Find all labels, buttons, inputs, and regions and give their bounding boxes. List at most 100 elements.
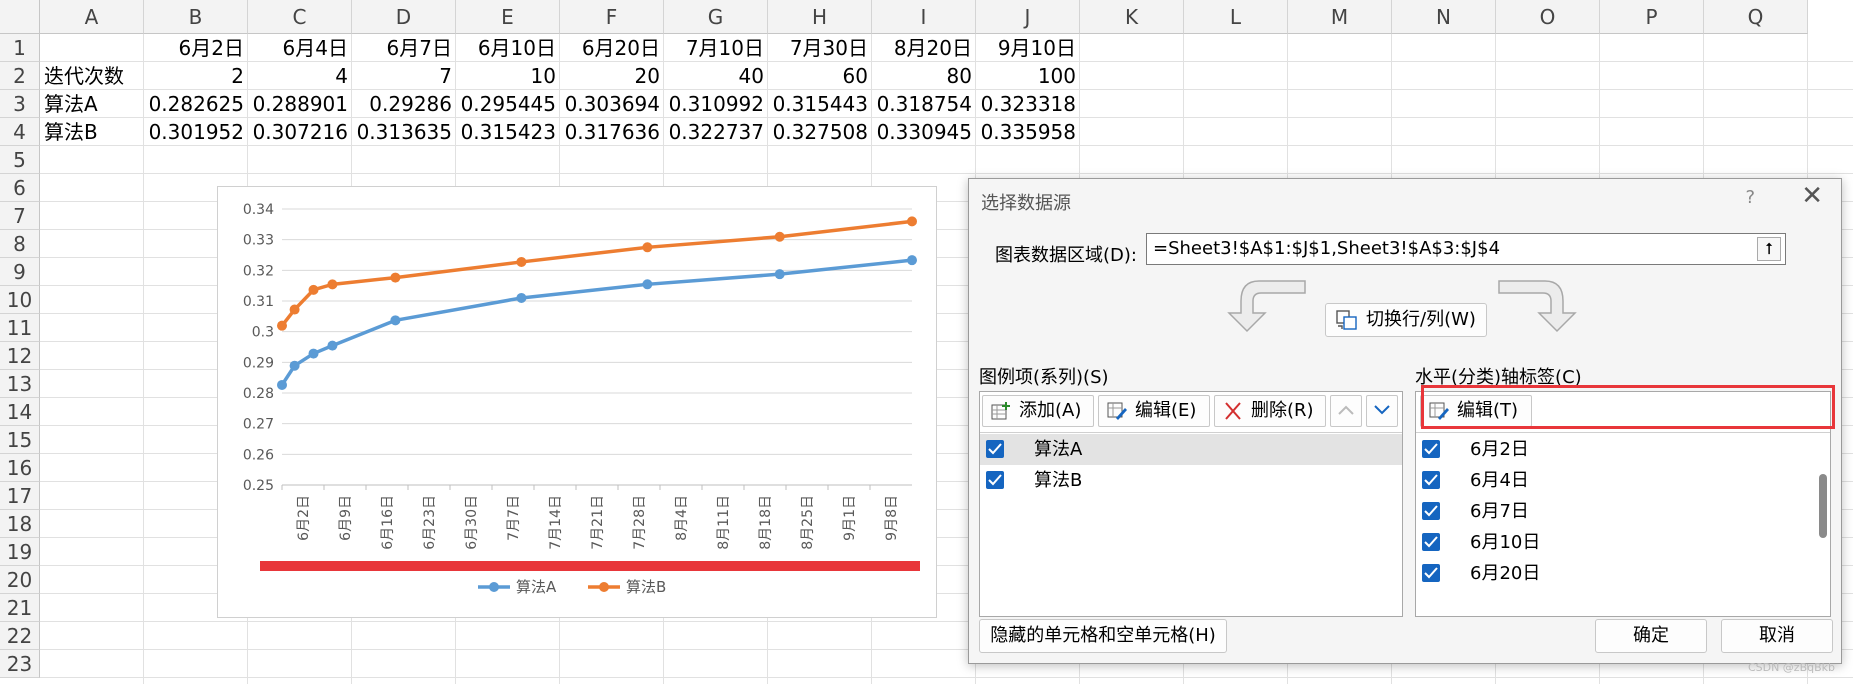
column-header[interactable]: G bbox=[664, 0, 768, 34]
cell[interactable]: 0.282625 bbox=[144, 90, 248, 118]
checkbox-checked-icon[interactable] bbox=[986, 440, 1004, 458]
cell[interactable]: 算法B bbox=[40, 118, 144, 146]
row-header[interactable]: 17 bbox=[0, 482, 40, 510]
cell[interactable]: 0.318754 bbox=[872, 90, 976, 118]
collapse-range-icon[interactable]: ⭡ bbox=[1757, 237, 1781, 261]
column-header[interactable]: K bbox=[1080, 0, 1184, 34]
axis-label-item[interactable]: 6月7日 bbox=[1416, 496, 1830, 527]
cell[interactable]: 0.303694 bbox=[560, 90, 664, 118]
cell[interactable]: 6月2日 bbox=[144, 34, 248, 62]
cell[interactable] bbox=[40, 34, 144, 62]
cell[interactable]: 0.322737 bbox=[664, 118, 768, 146]
cell[interactable]: 0.327508 bbox=[768, 118, 872, 146]
edit-series-button[interactable]: 编辑(E) bbox=[1098, 395, 1210, 427]
scrollbar-thumb[interactable] bbox=[1819, 474, 1827, 538]
delete-series-button[interactable]: 删除(R) bbox=[1214, 395, 1326, 427]
cell[interactable]: 0.295445 bbox=[456, 90, 560, 118]
column-header[interactable]: H bbox=[768, 0, 872, 34]
row-header[interactable]: 8 bbox=[0, 230, 40, 258]
row-header[interactable]: 4 bbox=[0, 118, 40, 146]
chart-range-input[interactable]: =Sheet3!$A$1:$J$1,Sheet3!$A$3:$J$4 ⭡ bbox=[1146, 233, 1786, 265]
move-down-button[interactable] bbox=[1366, 395, 1398, 427]
row-header[interactable]: 22 bbox=[0, 622, 40, 650]
cell[interactable]: 算法A bbox=[40, 90, 144, 118]
column-header[interactable]: M bbox=[1288, 0, 1392, 34]
row-header[interactable]: 1 bbox=[0, 34, 40, 62]
cell[interactable]: 9月10日 bbox=[976, 34, 1080, 62]
cell[interactable]: 0.313635 bbox=[352, 118, 456, 146]
row-header[interactable]: 21 bbox=[0, 594, 40, 622]
axis-labels-scrollbar[interactable] bbox=[1816, 434, 1828, 614]
ok-button[interactable]: 确定 bbox=[1595, 619, 1707, 653]
cell[interactable]: 7 bbox=[352, 62, 456, 90]
checkbox-checked-icon[interactable] bbox=[986, 471, 1004, 489]
cell[interactable]: 0.310992 bbox=[664, 90, 768, 118]
column-header[interactable]: E bbox=[456, 0, 560, 34]
line-chart[interactable]: 0.34 0.33 0.32 0.31 0.3 0.29 0.28 0.27 0.26 0.25 6… bbox=[217, 186, 937, 618]
cancel-button[interactable]: 取消 bbox=[1721, 619, 1833, 653]
column-header[interactable]: P bbox=[1600, 0, 1704, 34]
cell[interactable]: 0.307216 bbox=[248, 118, 352, 146]
cell[interactable]: 0.317636 bbox=[560, 118, 664, 146]
select-all-corner[interactable] bbox=[0, 0, 40, 34]
checkbox-checked-icon[interactable] bbox=[1422, 533, 1440, 551]
row-header[interactable]: 14 bbox=[0, 398, 40, 426]
close-icon[interactable]: ✕ bbox=[1801, 181, 1823, 211]
column-header[interactable]: I bbox=[872, 0, 976, 34]
column-header[interactable]: O bbox=[1496, 0, 1600, 34]
move-up-button[interactable] bbox=[1330, 395, 1362, 427]
row-header[interactable]: 3 bbox=[0, 90, 40, 118]
row-header[interactable]: 10 bbox=[0, 286, 40, 314]
checkbox-checked-icon[interactable] bbox=[1422, 440, 1440, 458]
checkbox-checked-icon[interactable] bbox=[1422, 564, 1440, 582]
help-icon[interactable]: ? bbox=[1745, 187, 1755, 208]
column-header[interactable]: Q bbox=[1704, 0, 1808, 34]
series-item[interactable]: 算法A bbox=[980, 434, 1402, 465]
cell[interactable]: 7月10日 bbox=[664, 34, 768, 62]
cell[interactable]: 0.301952 bbox=[144, 118, 248, 146]
cell[interactable]: 0.29286 bbox=[352, 90, 456, 118]
row-header[interactable]: 20 bbox=[0, 566, 40, 594]
switch-row-column-button[interactable]: 切换行/列(W) bbox=[1325, 303, 1487, 337]
series-item[interactable]: 算法B bbox=[980, 465, 1402, 496]
checkbox-checked-icon[interactable] bbox=[1422, 471, 1440, 489]
column-header[interactable]: B bbox=[144, 0, 248, 34]
column-header[interactable]: F bbox=[560, 0, 664, 34]
cell[interactable]: 0.335958 bbox=[976, 118, 1080, 146]
cell[interactable]: 8月20日 bbox=[872, 34, 976, 62]
column-header[interactable]: L bbox=[1184, 0, 1288, 34]
row-header[interactable]: 6 bbox=[0, 174, 40, 202]
row-header[interactable]: 23 bbox=[0, 650, 40, 678]
column-header[interactable]: D bbox=[352, 0, 456, 34]
add-series-button[interactable]: 添加(A) bbox=[982, 395, 1094, 427]
cell[interactable]: 6月10日 bbox=[456, 34, 560, 62]
cell[interactable]: 80 bbox=[872, 62, 976, 90]
row-header[interactable]: 7 bbox=[0, 202, 40, 230]
cell[interactable]: 100 bbox=[976, 62, 1080, 90]
column-header[interactable]: A bbox=[40, 0, 144, 34]
cell[interactable]: 20 bbox=[560, 62, 664, 90]
axis-label-item[interactable]: 6月4日 bbox=[1416, 465, 1830, 496]
row-header[interactable]: 15 bbox=[0, 426, 40, 454]
row-header[interactable]: 5 bbox=[0, 146, 40, 174]
cell[interactable]: 0.315443 bbox=[768, 90, 872, 118]
cell[interactable]: 60 bbox=[768, 62, 872, 90]
cell[interactable]: 6月4日 bbox=[248, 34, 352, 62]
row-header[interactable]: 12 bbox=[0, 342, 40, 370]
cell[interactable]: 40 bbox=[664, 62, 768, 90]
row-header[interactable]: 11 bbox=[0, 314, 40, 342]
axis-label-item[interactable]: 6月20日 bbox=[1416, 558, 1830, 589]
cell[interactable]: 2 bbox=[144, 62, 248, 90]
axis-label-item[interactable]: 6月2日 bbox=[1416, 434, 1830, 465]
cell[interactable]: 迭代次数 bbox=[40, 62, 144, 90]
cell[interactable]: 0.330945 bbox=[872, 118, 976, 146]
row-header[interactable]: 18 bbox=[0, 510, 40, 538]
row-header[interactable]: 16 bbox=[0, 454, 40, 482]
cell[interactable]: 0.315423 bbox=[456, 118, 560, 146]
row-header[interactable]: 2 bbox=[0, 62, 40, 90]
hidden-empty-cells-button[interactable]: 隐藏的单元格和空单元格(H) bbox=[979, 619, 1227, 653]
cell[interactable]: 6月7日 bbox=[352, 34, 456, 62]
row-header[interactable]: 13 bbox=[0, 370, 40, 398]
column-header[interactable]: N bbox=[1392, 0, 1496, 34]
axis-label-item[interactable]: 6月10日 bbox=[1416, 527, 1830, 558]
